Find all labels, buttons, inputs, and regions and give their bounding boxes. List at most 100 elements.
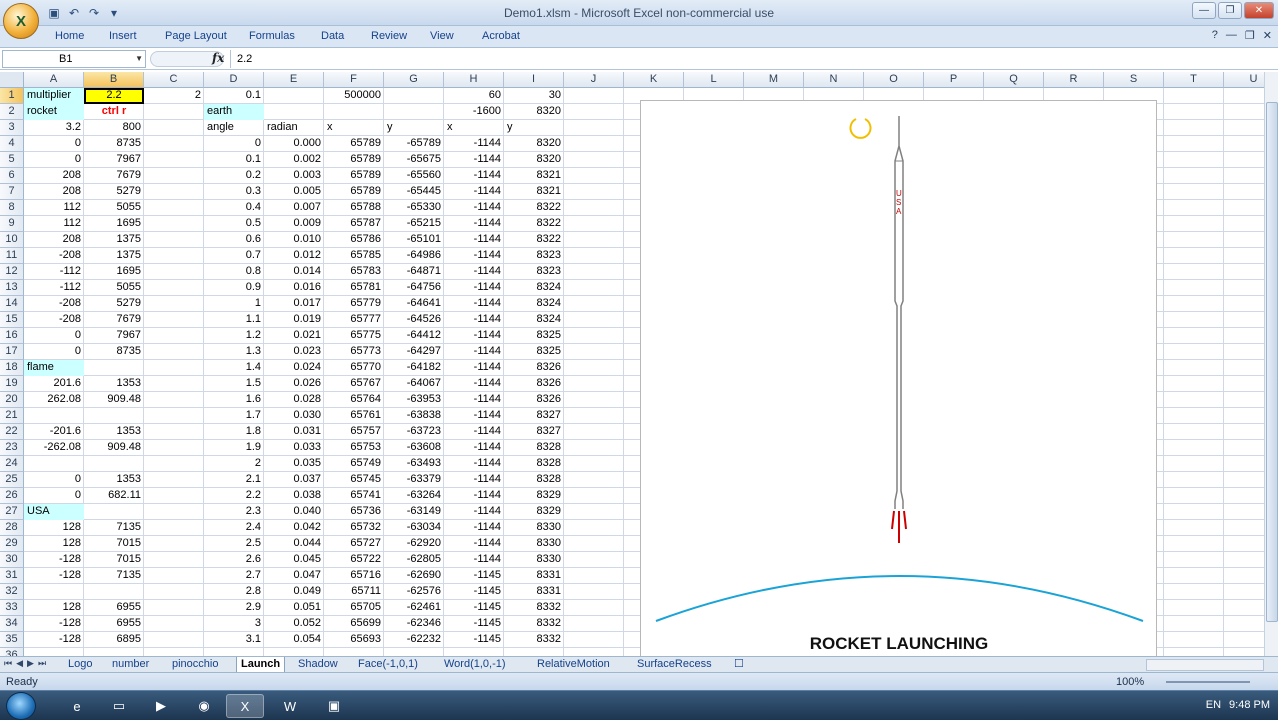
row-header-9[interactable]: 9 — [0, 216, 24, 232]
sheet-tab-shadow[interactable]: Shadow — [294, 657, 342, 672]
row-header-8[interactable]: 8 — [0, 200, 24, 216]
cell-g31[interactable]: -62690 — [384, 568, 444, 584]
cell-b22[interactable]: 1353 — [84, 424, 144, 440]
cell-g30[interactable]: -62805 — [384, 552, 444, 568]
cell-i10[interactable]: 8322 — [504, 232, 564, 248]
cell-d21[interactable]: 1.7 — [204, 408, 264, 424]
cell-d1[interactable]: 0.1 — [204, 88, 264, 104]
cell-d33[interactable]: 2.9 — [204, 600, 264, 616]
row-header-4[interactable]: 4 — [0, 136, 24, 152]
cell-e15[interactable]: 0.019 — [264, 312, 324, 328]
cell-f34[interactable]: 65699 — [324, 616, 384, 632]
cell-h16[interactable]: -1144 — [444, 328, 504, 344]
tab-home[interactable]: Home — [55, 30, 84, 42]
cell-a12[interactable]: -112 — [24, 264, 84, 280]
cell-g33[interactable]: -62461 — [384, 600, 444, 616]
column-header-l[interactable]: L — [684, 72, 744, 88]
column-header-g[interactable]: G — [384, 72, 444, 88]
row-header-26[interactable]: 26 — [0, 488, 24, 504]
cell-a14[interactable]: -208 — [24, 296, 84, 312]
sheet-tab-pinocchio[interactable]: pinocchio — [168, 657, 222, 672]
cell-i14[interactable]: 8324 — [504, 296, 564, 312]
tab-formulas[interactable]: Formulas — [249, 30, 295, 42]
cell-h26[interactable]: -1144 — [444, 488, 504, 504]
insert-function-icon[interactable]: fx — [212, 51, 224, 65]
row-header-33[interactable]: 33 — [0, 600, 24, 616]
tab-acrobat[interactable]: Acrobat — [482, 30, 520, 42]
cell-e7[interactable]: 0.005 — [264, 184, 324, 200]
row-header-36[interactable]: 36 — [0, 648, 24, 656]
word-icon[interactable]: W — [271, 694, 309, 718]
row-header-23[interactable]: 23 — [0, 440, 24, 456]
cell-b23[interactable]: 909.48 — [84, 440, 144, 456]
cell-b26[interactable]: 682.11 — [84, 488, 144, 504]
cell-g7[interactable]: -65445 — [384, 184, 444, 200]
language-indicator[interactable]: EN — [1206, 699, 1221, 711]
cell-d35[interactable]: 3.1 — [204, 632, 264, 648]
cell-a34[interactable]: -128 — [24, 616, 84, 632]
cell-e12[interactable]: 0.014 — [264, 264, 324, 280]
cell-e20[interactable]: 0.028 — [264, 392, 324, 408]
cell-i18[interactable]: 8326 — [504, 360, 564, 376]
last-sheet-icon[interactable]: ⏭ — [38, 658, 46, 669]
cell-e34[interactable]: 0.052 — [264, 616, 324, 632]
cell-g4[interactable]: -65789 — [384, 136, 444, 152]
cell-g26[interactable]: -63264 — [384, 488, 444, 504]
cell-e24[interactable]: 0.035 — [264, 456, 324, 472]
cell-i15[interactable]: 8324 — [504, 312, 564, 328]
row-header-11[interactable]: 11 — [0, 248, 24, 264]
cell-f15[interactable]: 65777 — [324, 312, 384, 328]
row-header-20[interactable]: 20 — [0, 392, 24, 408]
cell-d30[interactable]: 2.6 — [204, 552, 264, 568]
row-header-30[interactable]: 30 — [0, 552, 24, 568]
cell-i11[interactable]: 8323 — [504, 248, 564, 264]
cell-h1[interactable]: 60 — [444, 88, 504, 104]
cell-i30[interactable]: 8330 — [504, 552, 564, 568]
cell-d11[interactable]: 0.7 — [204, 248, 264, 264]
cell-d3[interactable]: angle — [204, 120, 264, 136]
cell-h34[interactable]: -1145 — [444, 616, 504, 632]
cell-i35[interactable]: 8332 — [504, 632, 564, 648]
cell-h30[interactable]: -1144 — [444, 552, 504, 568]
formula-input[interactable]: 2.2 — [230, 50, 1266, 68]
cell-h13[interactable]: -1144 — [444, 280, 504, 296]
cell-e16[interactable]: 0.021 — [264, 328, 324, 344]
cell-a13[interactable]: -112 — [24, 280, 84, 296]
row-header-35[interactable]: 35 — [0, 632, 24, 648]
cell-d15[interactable]: 1.1 — [204, 312, 264, 328]
column-header-u[interactable]: U — [1224, 72, 1264, 88]
first-sheet-icon[interactable]: ⏮ — [4, 658, 12, 669]
cell-g32[interactable]: -62576 — [384, 584, 444, 600]
row-header-31[interactable]: 31 — [0, 568, 24, 584]
row-header-34[interactable]: 34 — [0, 616, 24, 632]
cell-b8[interactable]: 5055 — [84, 200, 144, 216]
cell-f35[interactable]: 65693 — [324, 632, 384, 648]
cell-b20[interactable]: 909.48 — [84, 392, 144, 408]
cell-f5[interactable]: 65789 — [324, 152, 384, 168]
cell-i23[interactable]: 8328 — [504, 440, 564, 456]
cell-b16[interactable]: 7967 — [84, 328, 144, 344]
cell-h31[interactable]: -1145 — [444, 568, 504, 584]
cell-b35[interactable]: 6895 — [84, 632, 144, 648]
column-header-t[interactable]: T — [1164, 72, 1224, 88]
cell-h29[interactable]: -1144 — [444, 536, 504, 552]
cell-b3[interactable]: 800 — [84, 120, 144, 136]
zoom-level[interactable]: 100% — [1116, 676, 1144, 688]
cell-f1[interactable]: 500000 — [324, 88, 384, 104]
cell-g6[interactable]: -65560 — [384, 168, 444, 184]
cell-d34[interactable]: 3 — [204, 616, 264, 632]
cell-h9[interactable]: -1144 — [444, 216, 504, 232]
cell-f22[interactable]: 65757 — [324, 424, 384, 440]
column-header-a[interactable]: A — [24, 72, 84, 88]
row-header-28[interactable]: 28 — [0, 520, 24, 536]
workbook-close-icon[interactable]: ✕ — [1263, 29, 1272, 42]
cell-b31[interactable]: 7135 — [84, 568, 144, 584]
cell-e8[interactable]: 0.007 — [264, 200, 324, 216]
cell-h33[interactable]: -1145 — [444, 600, 504, 616]
sheet-tab-face[interactable]: Face(-1,0,1) — [354, 657, 422, 672]
cell-a22[interactable]: -201.6 — [24, 424, 84, 440]
cell-f7[interactable]: 65789 — [324, 184, 384, 200]
row-header-27[interactable]: 27 — [0, 504, 24, 520]
row-header-17[interactable]: 17 — [0, 344, 24, 360]
cell-d9[interactable]: 0.5 — [204, 216, 264, 232]
